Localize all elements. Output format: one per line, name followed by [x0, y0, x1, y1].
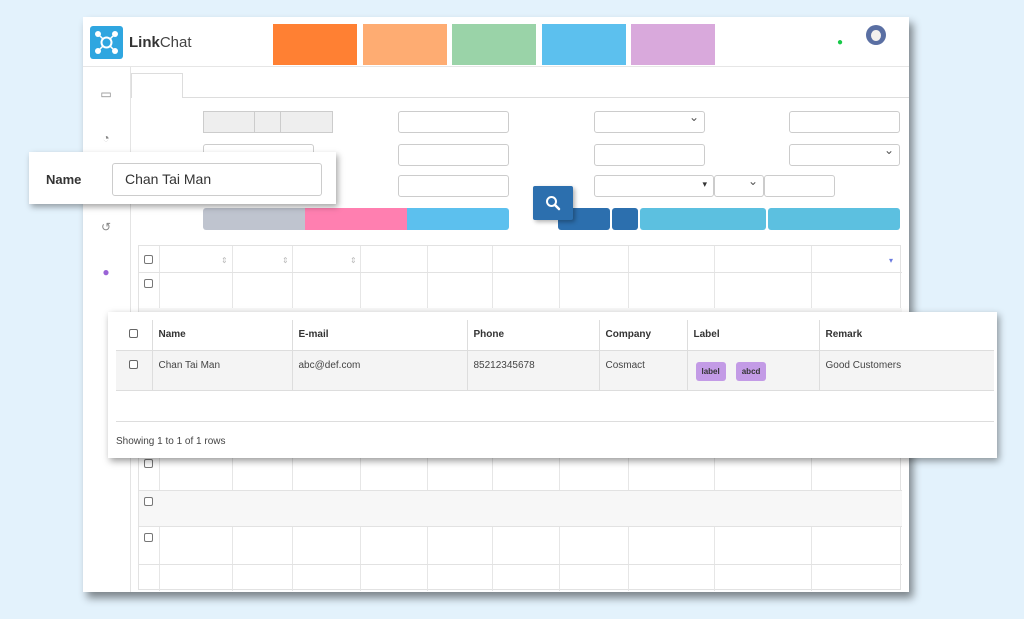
- label-tag[interactable]: abcd: [735, 361, 767, 381]
- filter-input[interactable]: [764, 175, 835, 197]
- nav-tab-orange[interactable]: [273, 24, 357, 65]
- header-name[interactable]: Name: [151, 320, 293, 351]
- filter-input[interactable]: [398, 144, 509, 166]
- filter-input[interactable]: [789, 111, 900, 133]
- sort-icon[interactable]: ⇕: [350, 256, 357, 265]
- action-button-pink[interactable]: [305, 208, 407, 230]
- name-label: Name: [46, 172, 82, 187]
- row-checkbox-cell: [116, 350, 153, 390]
- header-checkbox-cell: [116, 320, 153, 351]
- cell-labels: label abcd: [686, 350, 820, 390]
- toolbar-button-group[interactable]: [640, 208, 766, 230]
- chat-icon[interactable]: ▭: [99, 87, 113, 101]
- contact-icon[interactable]: ◔: [99, 131, 113, 145]
- tab-divider: [183, 97, 909, 98]
- user-circle-icon[interactable]: ●: [99, 265, 113, 279]
- empty-row: [116, 389, 994, 422]
- online-user-icon[interactable]: ●: [837, 37, 843, 48]
- cell-name: Chan Tai Man: [151, 350, 293, 390]
- table-row[interactable]: Chan Tai Man abc@def.com 85212345678 Cos…: [116, 350, 994, 390]
- segment-button-3[interactable]: [280, 111, 333, 133]
- action-button-blue[interactable]: [407, 208, 509, 230]
- column-dropdown-icon[interactable]: ▾: [889, 256, 893, 265]
- nav-tab-purple[interactable]: [631, 24, 715, 65]
- filter-select[interactable]: [789, 143, 900, 166]
- cell-email: abc@def.com: [291, 350, 468, 390]
- row-checkbox[interactable]: [144, 459, 153, 468]
- name-filter-callout: Name Chan Tai Man: [29, 152, 336, 204]
- filter-select[interactable]: [714, 174, 764, 197]
- nav-tab-green[interactable]: [452, 24, 536, 65]
- cell-phone: 85212345678: [466, 350, 600, 390]
- top-bar: LinkChat ●: [83, 17, 909, 67]
- header-label[interactable]: Label: [686, 320, 820, 351]
- brand-name: LinkChat: [129, 34, 192, 51]
- search-icon: [546, 196, 561, 211]
- sort-icon[interactable]: ⇕: [282, 256, 289, 265]
- filter-input[interactable]: [398, 175, 509, 197]
- name-input[interactable]: Chan Tai Man: [112, 163, 322, 196]
- header-company[interactable]: Company: [598, 320, 688, 351]
- pagination-info: Showing 1 to 1 of 1 rows: [116, 436, 226, 447]
- header-remark[interactable]: Remark: [818, 320, 994, 351]
- segment-button-1[interactable]: [203, 111, 255, 133]
- label-tag[interactable]: label: [695, 361, 726, 381]
- filter-select[interactable]: [594, 175, 714, 197]
- cell-company: Cosmact: [598, 350, 688, 390]
- row-checkbox[interactable]: [144, 279, 153, 288]
- toolbar-button-dark[interactable]: [612, 208, 638, 230]
- search-button[interactable]: [533, 186, 573, 220]
- filter-select[interactable]: [594, 110, 705, 133]
- nav-tab-blue[interactable]: [542, 24, 626, 65]
- page-tab[interactable]: [131, 73, 183, 98]
- nav-tab-peach[interactable]: [363, 24, 447, 65]
- filter-input[interactable]: [594, 144, 705, 166]
- row-checkbox[interactable]: [129, 359, 138, 369]
- avatar[interactable]: [866, 25, 886, 45]
- filter-input[interactable]: [398, 111, 509, 133]
- linkchat-logo-icon: [90, 26, 123, 59]
- result-panel: Name E-mail Phone Company Label Remark C…: [108, 312, 997, 458]
- action-button-grey[interactable]: [203, 208, 305, 230]
- history-icon[interactable]: ↺: [99, 220, 113, 234]
- result-table: Name E-mail Phone Company Label Remark C…: [116, 320, 994, 422]
- sort-icon[interactable]: ⇕: [221, 256, 228, 265]
- header-phone[interactable]: Phone: [466, 320, 600, 351]
- select-all-checkbox[interactable]: [144, 255, 153, 264]
- row-checkbox[interactable]: [144, 497, 153, 506]
- cell-remark: Good Customers: [818, 350, 994, 390]
- row-checkbox[interactable]: [144, 533, 153, 542]
- toolbar-button-group[interactable]: [768, 208, 900, 230]
- segment-button-2[interactable]: [254, 111, 281, 133]
- header-email[interactable]: E-mail: [291, 320, 468, 351]
- select-all-checkbox[interactable]: [129, 328, 138, 338]
